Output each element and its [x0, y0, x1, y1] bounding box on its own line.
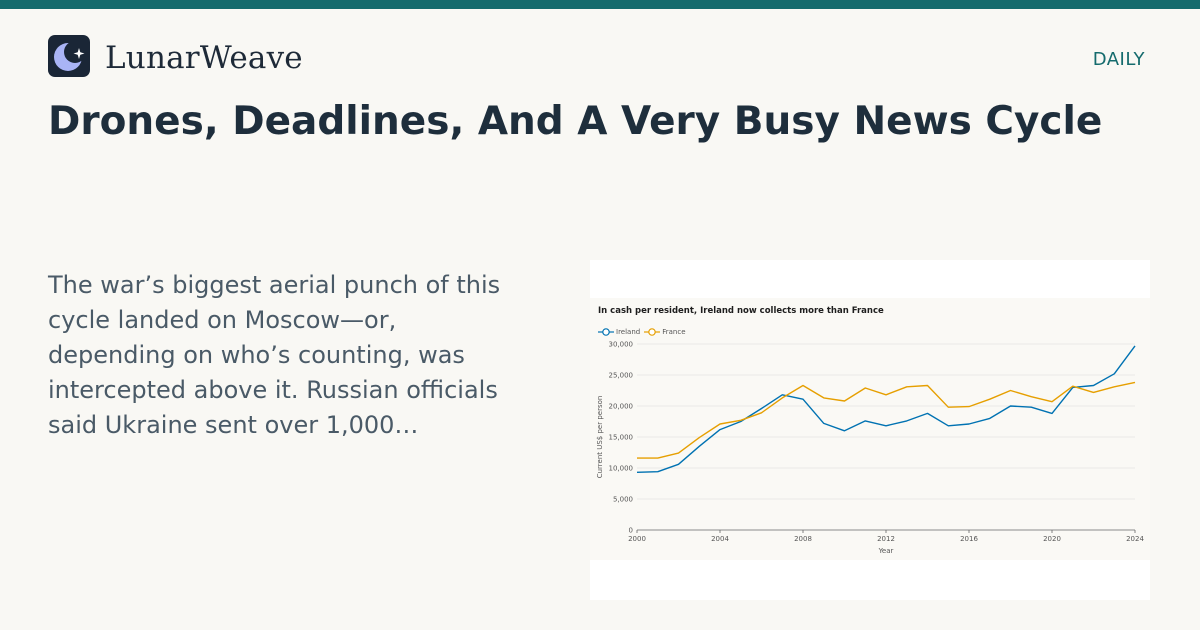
x-tick-label: 2008 — [794, 535, 812, 543]
x-tick-label: 2024 — [1126, 535, 1144, 543]
y-tick-label: 20,000 — [609, 403, 634, 411]
y-tick-label: 25,000 — [609, 372, 634, 380]
legend-label: Ireland — [616, 328, 641, 336]
series-line-ireland — [636, 345, 1136, 473]
chart-card: 0 5,000 10,000 15,000 20,000 25,000 30,000 2000… — [590, 260, 1150, 600]
x-tick-label: 2000 — [628, 535, 646, 543]
legend-marker-icon — [644, 328, 661, 336]
y-tick-label: 10,000 — [609, 465, 634, 473]
section-label[interactable]: DAILY — [1093, 49, 1145, 70]
chart-title: In cash per resident, Ireland now collec… — [598, 306, 884, 316]
legend-label: France — [662, 328, 686, 336]
chart-legend: Ireland France — [598, 322, 690, 337]
article-headline[interactable]: Drones, Deadlines, And A Very Busy News … — [48, 99, 1158, 146]
x-tick-label: 2012 — [877, 535, 895, 543]
y-tick-label: 30,000 — [609, 341, 634, 349]
x-tick-label: 2004 — [711, 535, 729, 543]
legend-item-ireland: Ireland — [598, 327, 640, 337]
y-tick-label: 15,000 — [609, 434, 634, 442]
y-axis-title: Current US$ per person — [596, 396, 604, 479]
chart-panel: 0 5,000 10,000 15,000 20,000 25,000 30,000 2000… — [590, 298, 1150, 560]
site-name[interactable]: LunarWeave — [105, 40, 303, 76]
x-tick-label: 2020 — [1043, 535, 1061, 543]
x-tick-label: 2016 — [960, 535, 978, 543]
legend-item-france: France — [644, 327, 686, 337]
top-accent-bar — [0, 0, 1200, 9]
series-line-france — [637, 381, 1136, 459]
legend-marker-icon — [598, 328, 614, 336]
line-chart: 0 5,000 10,000 15,000 20,000 25,000 30,000 2000… — [596, 341, 1144, 556]
moon-star-icon[interactable] — [48, 35, 90, 77]
article-excerpt: The war’s biggest aerial punch of this c… — [48, 271, 501, 439]
y-tick-label: 0 — [629, 527, 633, 535]
y-tick-label: 5,000 — [613, 496, 633, 504]
x-axis-title: Year — [878, 547, 894, 555]
